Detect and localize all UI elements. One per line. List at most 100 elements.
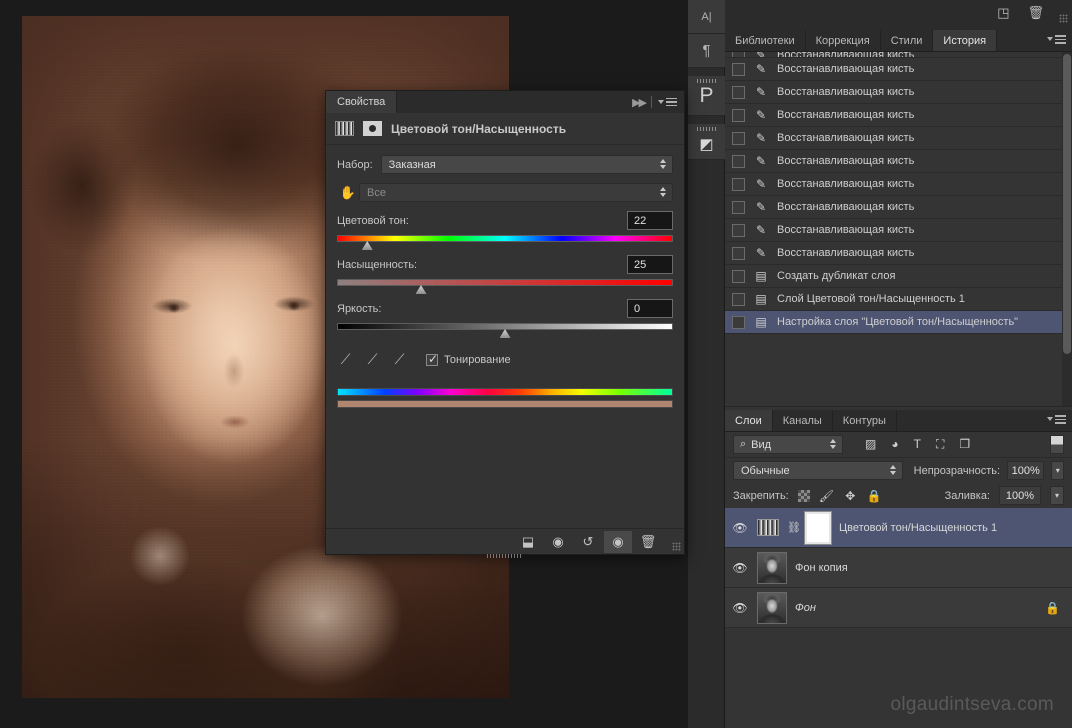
filter-pixel-icon[interactable]: ▨ <box>865 437 876 452</box>
reset-icon[interactable]: ↺ <box>574 531 602 553</box>
lightness-track[interactable] <box>337 323 673 330</box>
history-row[interactable]: ✎ Восстанавливающая кисть <box>725 219 1062 242</box>
layers-tabstrip[interactable]: Слои Каналы Контуры <box>725 410 1072 432</box>
layer-row[interactable]: 👁 ⛓ Цветовой тон/Насыщенность 1 <box>725 508 1072 548</box>
filter-shape-icon[interactable]: ⛶ <box>936 437 944 452</box>
history-scrollbar[interactable] <box>1062 52 1072 406</box>
toggle-visibility-icon[interactable]: ◉ <box>604 530 632 553</box>
lightness-slider-handle[interactable] <box>499 329 511 338</box>
filter-enable-toggle[interactable] <box>1050 435 1064 454</box>
history-snapshot-source-checkbox[interactable] <box>732 315 745 329</box>
eyedropper-add-icon[interactable]: ⟋ <box>364 351 381 368</box>
history-row[interactable]: ✎ Восстанавливающая кисть <box>725 81 1062 104</box>
saturation-value-input[interactable]: 25 <box>627 255 673 274</box>
history-snapshot-source-checkbox[interactable] <box>732 108 745 122</box>
history-snapshot-source-checkbox[interactable] <box>732 131 745 145</box>
tab-libraries[interactable]: Библиотеки <box>725 30 806 51</box>
panel-menu-icon[interactable] <box>658 97 677 107</box>
collapsed-panel-dock[interactable]: A| ¶ P ◩ <box>688 0 725 728</box>
lightness-value-input[interactable]: 0 <box>627 299 673 318</box>
history-snapshot-source-checkbox[interactable] <box>732 269 745 283</box>
delete-icon[interactable]: 🗑 <box>1027 5 1044 21</box>
layer-filter-select[interactable]: ⌕ Вид <box>733 435 843 454</box>
tab-adjustments[interactable]: Коррекция <box>805 30 881 51</box>
history-row[interactable]: ✎ Восстанавливающая кисть <box>725 242 1062 265</box>
preset-spinner-icon[interactable] <box>660 159 666 169</box>
new-item-icon[interactable]: ◳ <box>997 5 1009 21</box>
history-tabstrip[interactable]: Библиотеки Коррекция Стили История <box>725 30 1072 52</box>
paragraph-panel-icon[interactable]: ¶ <box>688 34 725 68</box>
lock-all-icon[interactable]: 🔒 <box>867 489 882 503</box>
layer-mask-thumbnail[interactable] <box>804 510 832 545</box>
layer-row[interactable]: 👁 Фон копия <box>725 548 1072 588</box>
layer-thumbnail[interactable] <box>757 551 787 584</box>
history-panel[interactable]: ✎ Восстанавливающая кисть ✎ Восстанавливающ… <box>725 52 1072 432</box>
history-row[interactable]: ▤ Слой Цветовой тон/Насыщенность 1 <box>725 288 1062 311</box>
tab-properties[interactable]: Свойства <box>326 91 398 113</box>
history-snapshot-source-checkbox[interactable] <box>732 177 745 191</box>
lock-image-icon[interactable]: 🖌 <box>819 489 834 503</box>
fill-value-input[interactable]: 100% <box>999 486 1041 505</box>
layer-visibility-eye-icon[interactable]: 👁 <box>731 561 749 575</box>
tab-layers[interactable]: Слои <box>725 410 773 431</box>
saturation-track-wrap[interactable] <box>337 279 673 294</box>
eyedropper-subtract-icon[interactable]: ⟋ <box>391 351 408 368</box>
fill-dropdown-icon[interactable]: ▾ <box>1050 486 1064 505</box>
history-row[interactable]: ▤ Создать дубликат слоя <box>725 265 1062 288</box>
colorize-checkbox-row[interactable]: Тонирование <box>426 352 511 366</box>
history-scrollbar-thumb[interactable] <box>1063 54 1071 354</box>
layer-visibility-eye-icon[interactable]: 👁 <box>731 601 749 615</box>
eyedropper-icon[interactable]: ⟋ <box>337 351 354 368</box>
layer-visibility-eye-icon[interactable]: 👁 <box>731 521 749 535</box>
saturation-slider-handle[interactable] <box>415 285 427 294</box>
layers-panel[interactable]: Слои Каналы Контуры ⌕ Вид ▨ ◕ T ⛶ ❐ Обыч… <box>725 410 1072 728</box>
collapse-chevrons-icon[interactable]: ▶▶ <box>632 96 647 109</box>
history-row[interactable]: ✎ Восстанавливающая кисть <box>725 150 1062 173</box>
tab-channels[interactable]: Каналы <box>772 410 833 431</box>
colorize-checkbox[interactable] <box>426 352 438 366</box>
filter-type-icon[interactable]: T <box>914 437 921 452</box>
channel-spinner-icon[interactable] <box>660 187 666 197</box>
properties-panel[interactable]: Свойства ▶▶ Цветовой тон/Насыщенность На… <box>325 90 685 558</box>
mask-link-icon[interactable]: ⛓ <box>787 521 801 534</box>
resize-grip[interactable] <box>672 542 681 551</box>
adjustment-layer-thumbnail[interactable] <box>757 519 779 536</box>
hue-value-input[interactable]: 22 <box>627 211 673 230</box>
character-panel-icon[interactable]: A| <box>688 0 725 34</box>
properties-tabbar[interactable]: Свойства ▶▶ <box>326 91 684 113</box>
layer-filter-spinner-icon[interactable] <box>830 439 836 449</box>
lock-position-icon[interactable]: ✥ <box>843 489 858 503</box>
hue-track-wrap[interactable] <box>337 235 673 250</box>
filter-adjustment-icon[interactable]: ◕ <box>891 437 898 452</box>
history-row[interactable]: ✎ Восстанавливающая кисть <box>725 127 1062 150</box>
history-snapshot-source-checkbox[interactable] <box>732 85 745 99</box>
opacity-dropdown-icon[interactable]: ▾ <box>1051 461 1064 480</box>
lightness-track-wrap[interactable] <box>337 323 673 338</box>
blend-mode-spinner-icon[interactable] <box>889 465 896 475</box>
clip-to-layer-icon[interactable]: ⬓ <box>514 531 542 553</box>
layer-row[interactable]: 👁 Фон 🔒 <box>725 588 1072 628</box>
opacity-value-input[interactable]: 100% <box>1007 461 1045 480</box>
blend-mode-select[interactable]: Обычные <box>733 461 903 480</box>
history-row[interactable]: ✎ Восстанавливающая кисть <box>725 104 1062 127</box>
properties-panel-icon[interactable]: P <box>688 76 725 116</box>
layer-thumbnail[interactable] <box>757 591 787 624</box>
history-snapshot-source-checkbox[interactable] <box>732 246 745 260</box>
view-previous-state-icon[interactable]: ◉ <box>544 531 572 553</box>
tab-styles[interactable]: Стили <box>880 30 934 51</box>
layers-list[interactable]: 👁 ⛓ Цветовой тон/Насыщенность 1 👁 Фон копия 👁… <box>725 508 1072 628</box>
preset-select[interactable]: Заказная <box>380 155 673 174</box>
hue-slider-handle[interactable] <box>361 241 373 250</box>
dock-resize-grip[interactable] <box>1059 14 1068 23</box>
delete-adjustment-icon[interactable]: 🗑 <box>634 531 662 553</box>
saturation-track[interactable] <box>337 279 673 286</box>
history-row[interactable]: ✎ Восстанавливающая кисть <box>725 196 1062 219</box>
tab-paths[interactable]: Контуры <box>832 410 897 431</box>
targeted-adjustment-hand-icon[interactable]: ✋ <box>337 185 359 201</box>
history-snapshot-source-checkbox[interactable] <box>732 292 745 306</box>
history-panel-menu-icon[interactable] <box>1047 35 1066 44</box>
history-list[interactable]: ✎ Восстанавливающая кисть ✎ Восстанавливающ… <box>725 52 1062 406</box>
history-row[interactable]: ✎ Восстанавливающая кисть <box>725 58 1062 81</box>
history-snapshot-source-checkbox[interactable] <box>732 223 745 237</box>
history-snapshot-source-checkbox[interactable] <box>732 154 745 168</box>
